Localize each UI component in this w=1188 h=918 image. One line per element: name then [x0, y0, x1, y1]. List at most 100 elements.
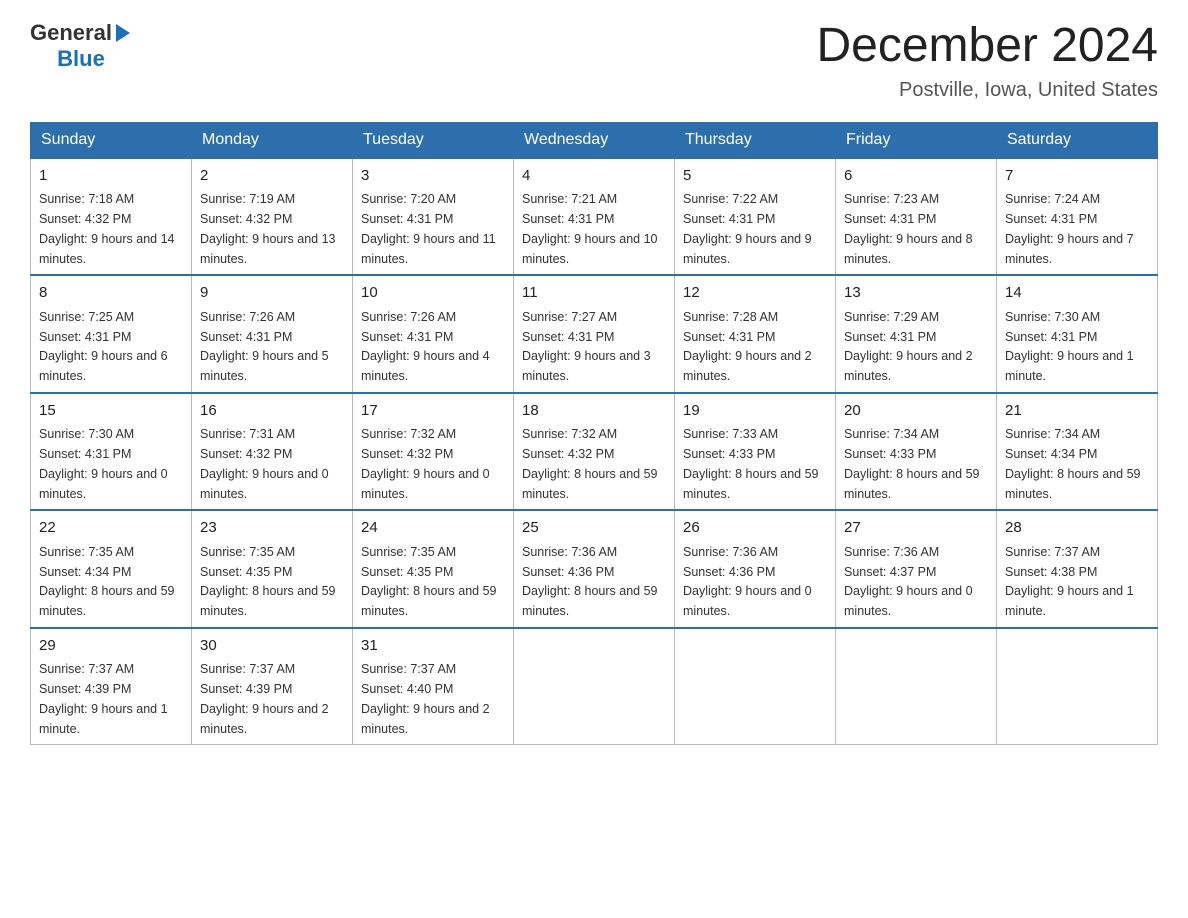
day-info: Sunrise: 7:37 AMSunset: 4:40 PMDaylight:…: [361, 662, 490, 735]
page-subtitle: Postville, Iowa, United States: [816, 79, 1158, 102]
weekday-header-row: Sunday Monday Tuesday Wednesday Thursday…: [31, 122, 1158, 158]
header-tuesday: Tuesday: [353, 122, 514, 158]
day-info: Sunrise: 7:29 AMSunset: 4:31 PMDaylight:…: [844, 310, 973, 383]
logo-text-general: General: [30, 20, 112, 46]
day-info: Sunrise: 7:21 AMSunset: 4:31 PMDaylight:…: [522, 192, 658, 265]
calendar-cell: 12 Sunrise: 7:28 AMSunset: 4:31 PMDaylig…: [675, 275, 836, 393]
day-info: Sunrise: 7:36 AMSunset: 4:37 PMDaylight:…: [844, 545, 973, 618]
day-number: 14: [1005, 282, 1149, 305]
header-saturday: Saturday: [997, 122, 1158, 158]
calendar-cell: 16 Sunrise: 7:31 AMSunset: 4:32 PMDaylig…: [192, 393, 353, 511]
calendar-cell: 27 Sunrise: 7:36 AMSunset: 4:37 PMDaylig…: [836, 510, 997, 628]
week-row-4: 22 Sunrise: 7:35 AMSunset: 4:34 PMDaylig…: [31, 510, 1158, 628]
day-number: 23: [200, 517, 344, 540]
header-friday: Friday: [836, 122, 997, 158]
logo-triangle-icon: [112, 22, 132, 44]
calendar-cell: 14 Sunrise: 7:30 AMSunset: 4:31 PMDaylig…: [997, 275, 1158, 393]
calendar-cell: 6 Sunrise: 7:23 AMSunset: 4:31 PMDayligh…: [836, 158, 997, 276]
day-number: 19: [683, 400, 827, 423]
day-info: Sunrise: 7:35 AMSunset: 4:34 PMDaylight:…: [39, 545, 175, 618]
day-number: 4: [522, 165, 666, 188]
day-info: Sunrise: 7:30 AMSunset: 4:31 PMDaylight:…: [1005, 310, 1134, 383]
calendar-cell: 3 Sunrise: 7:20 AMSunset: 4:31 PMDayligh…: [353, 158, 514, 276]
calendar-cell: 9 Sunrise: 7:26 AMSunset: 4:31 PMDayligh…: [192, 275, 353, 393]
day-number: 13: [844, 282, 988, 305]
day-info: Sunrise: 7:22 AMSunset: 4:31 PMDaylight:…: [683, 192, 812, 265]
day-info: Sunrise: 7:27 AMSunset: 4:31 PMDaylight:…: [522, 310, 651, 383]
day-info: Sunrise: 7:36 AMSunset: 4:36 PMDaylight:…: [522, 545, 658, 618]
logo: General Blue: [30, 20, 132, 72]
day-number: 25: [522, 517, 666, 540]
calendar-cell: 17 Sunrise: 7:32 AMSunset: 4:32 PMDaylig…: [353, 393, 514, 511]
week-row-3: 15 Sunrise: 7:30 AMSunset: 4:31 PMDaylig…: [31, 393, 1158, 511]
day-number: 11: [522, 282, 666, 305]
header-thursday: Thursday: [675, 122, 836, 158]
day-info: Sunrise: 7:25 AMSunset: 4:31 PMDaylight:…: [39, 310, 168, 383]
day-info: Sunrise: 7:33 AMSunset: 4:33 PMDaylight:…: [683, 427, 819, 500]
day-info: Sunrise: 7:35 AMSunset: 4:35 PMDaylight:…: [361, 545, 497, 618]
day-number: 24: [361, 517, 505, 540]
day-info: Sunrise: 7:32 AMSunset: 4:32 PMDaylight:…: [361, 427, 490, 500]
calendar-cell: 1 Sunrise: 7:18 AMSunset: 4:32 PMDayligh…: [31, 158, 192, 276]
day-number: 6: [844, 165, 988, 188]
calendar-cell: 26 Sunrise: 7:36 AMSunset: 4:36 PMDaylig…: [675, 510, 836, 628]
day-info: Sunrise: 7:37 AMSunset: 4:39 PMDaylight:…: [39, 662, 168, 735]
page-title: December 2024: [816, 20, 1158, 73]
calendar-cell: 5 Sunrise: 7:22 AMSunset: 4:31 PMDayligh…: [675, 158, 836, 276]
day-number: 9: [200, 282, 344, 305]
day-info: Sunrise: 7:34 AMSunset: 4:33 PMDaylight:…: [844, 427, 980, 500]
calendar-cell: 21 Sunrise: 7:34 AMSunset: 4:34 PMDaylig…: [997, 393, 1158, 511]
day-number: 3: [361, 165, 505, 188]
day-info: Sunrise: 7:26 AMSunset: 4:31 PMDaylight:…: [200, 310, 329, 383]
day-number: 29: [39, 635, 183, 658]
day-number: 2: [200, 165, 344, 188]
day-info: Sunrise: 7:24 AMSunset: 4:31 PMDaylight:…: [1005, 192, 1134, 265]
calendar-cell: 2 Sunrise: 7:19 AMSunset: 4:32 PMDayligh…: [192, 158, 353, 276]
day-info: Sunrise: 7:32 AMSunset: 4:32 PMDaylight:…: [522, 427, 658, 500]
calendar-cell: 4 Sunrise: 7:21 AMSunset: 4:31 PMDayligh…: [514, 158, 675, 276]
day-info: Sunrise: 7:37 AMSunset: 4:38 PMDaylight:…: [1005, 545, 1134, 618]
day-number: 8: [39, 282, 183, 305]
calendar-cell: 8 Sunrise: 7:25 AMSunset: 4:31 PMDayligh…: [31, 275, 192, 393]
day-number: 5: [683, 165, 827, 188]
day-info: Sunrise: 7:35 AMSunset: 4:35 PMDaylight:…: [200, 545, 336, 618]
header-monday: Monday: [192, 122, 353, 158]
day-number: 1: [39, 165, 183, 188]
calendar-cell: 11 Sunrise: 7:27 AMSunset: 4:31 PMDaylig…: [514, 275, 675, 393]
calendar-cell: 28 Sunrise: 7:37 AMSunset: 4:38 PMDaylig…: [997, 510, 1158, 628]
day-info: Sunrise: 7:19 AMSunset: 4:32 PMDaylight:…: [200, 192, 336, 265]
page-header: General Blue December 2024 Postville, Io…: [30, 20, 1158, 102]
calendar-cell: 25 Sunrise: 7:36 AMSunset: 4:36 PMDaylig…: [514, 510, 675, 628]
day-number: 27: [844, 517, 988, 540]
day-info: Sunrise: 7:18 AMSunset: 4:32 PMDaylight:…: [39, 192, 175, 265]
calendar-table: Sunday Monday Tuesday Wednesday Thursday…: [30, 122, 1158, 746]
day-info: Sunrise: 7:20 AMSunset: 4:31 PMDaylight:…: [361, 192, 496, 265]
day-number: 26: [683, 517, 827, 540]
calendar-cell: 22 Sunrise: 7:35 AMSunset: 4:34 PMDaylig…: [31, 510, 192, 628]
calendar-cell: 18 Sunrise: 7:32 AMSunset: 4:32 PMDaylig…: [514, 393, 675, 511]
day-number: 28: [1005, 517, 1149, 540]
day-info: Sunrise: 7:37 AMSunset: 4:39 PMDaylight:…: [200, 662, 329, 735]
day-number: 17: [361, 400, 505, 423]
calendar-cell: 10 Sunrise: 7:26 AMSunset: 4:31 PMDaylig…: [353, 275, 514, 393]
logo-text-blue: Blue: [30, 46, 132, 72]
day-info: Sunrise: 7:36 AMSunset: 4:36 PMDaylight:…: [683, 545, 812, 618]
calendar-cell: 31 Sunrise: 7:37 AMSunset: 4:40 PMDaylig…: [353, 628, 514, 745]
day-info: Sunrise: 7:30 AMSunset: 4:31 PMDaylight:…: [39, 427, 168, 500]
title-block: December 2024 Postville, Iowa, United St…: [816, 20, 1158, 102]
day-info: Sunrise: 7:28 AMSunset: 4:31 PMDaylight:…: [683, 310, 812, 383]
day-number: 31: [361, 635, 505, 658]
calendar-cell: 30 Sunrise: 7:37 AMSunset: 4:39 PMDaylig…: [192, 628, 353, 745]
calendar-cell: 20 Sunrise: 7:34 AMSunset: 4:33 PMDaylig…: [836, 393, 997, 511]
calendar-cell: [836, 628, 997, 745]
calendar-cell: 13 Sunrise: 7:29 AMSunset: 4:31 PMDaylig…: [836, 275, 997, 393]
day-info: Sunrise: 7:31 AMSunset: 4:32 PMDaylight:…: [200, 427, 329, 500]
header-sunday: Sunday: [31, 122, 192, 158]
week-row-5: 29 Sunrise: 7:37 AMSunset: 4:39 PMDaylig…: [31, 628, 1158, 745]
day-number: 20: [844, 400, 988, 423]
calendar-cell: [997, 628, 1158, 745]
header-wednesday: Wednesday: [514, 122, 675, 158]
week-row-1: 1 Sunrise: 7:18 AMSunset: 4:32 PMDayligh…: [31, 158, 1158, 276]
day-number: 7: [1005, 165, 1149, 188]
calendar-cell: [514, 628, 675, 745]
